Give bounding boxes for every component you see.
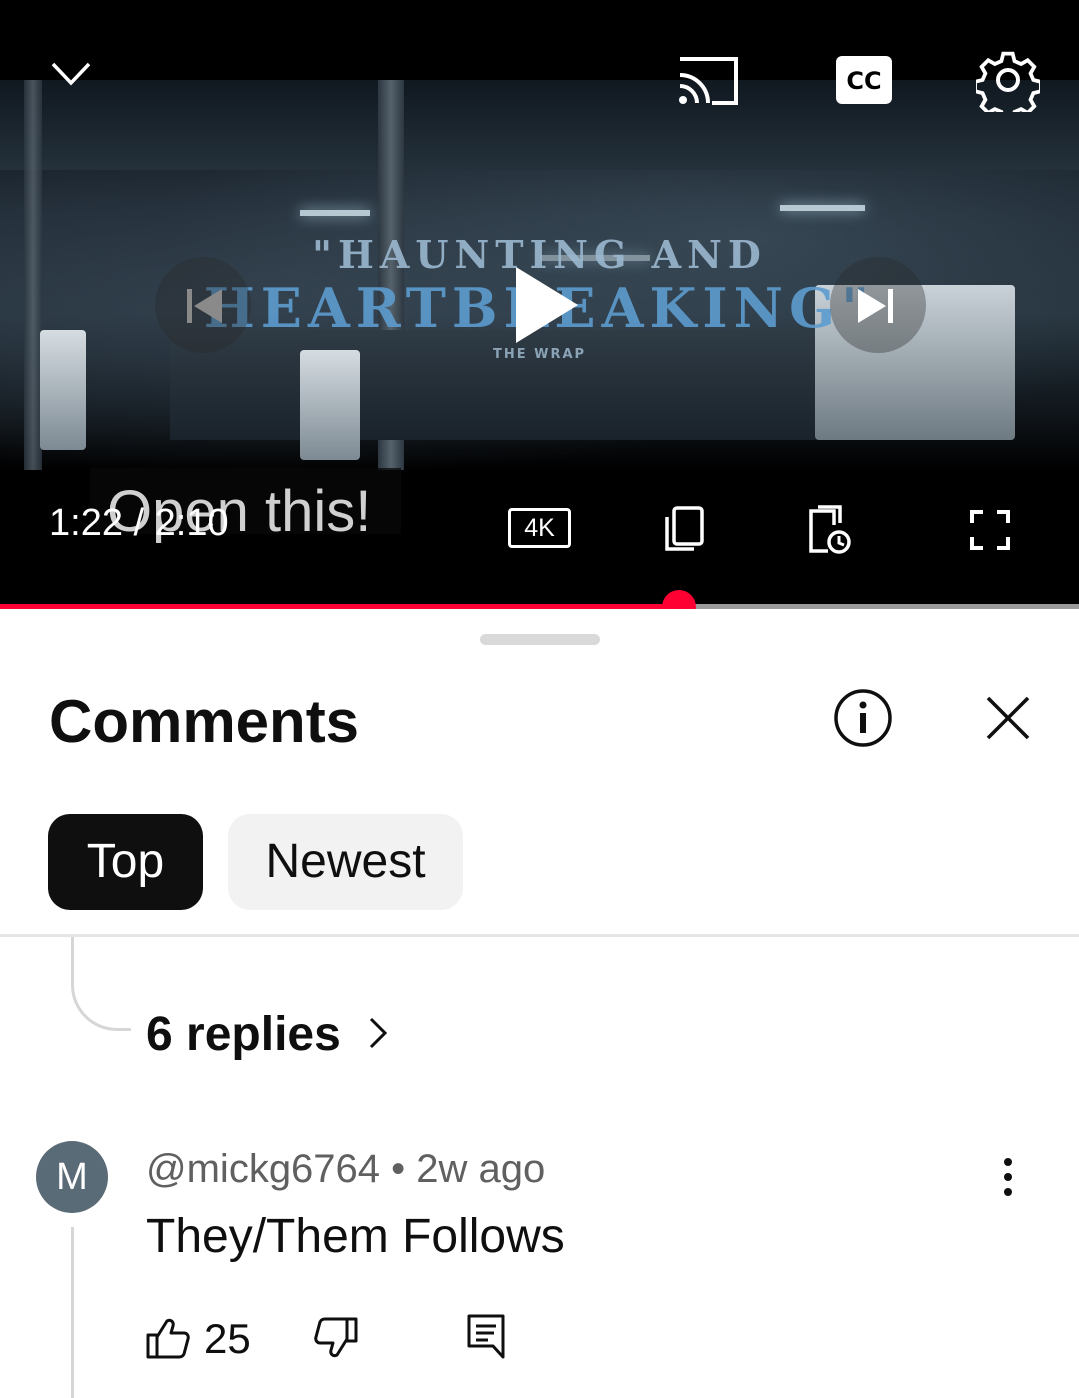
quality-badge[interactable]: 4K [508, 508, 571, 548]
thumbs-up-icon[interactable] [146, 1317, 190, 1359]
fullscreen-icon[interactable] [970, 510, 1010, 550]
video-canopy [0, 80, 1079, 170]
more-vertical-icon[interactable] [1000, 1157, 1016, 1197]
thread-line [71, 1227, 74, 1398]
video-overlay-source: THE WRAP [492, 347, 587, 362]
filter-chip-newest[interactable]: Newest [228, 814, 463, 910]
drag-handle[interactable] [480, 634, 600, 645]
avatar[interactable]: M [36, 1141, 108, 1213]
view-replies-link[interactable]: 6 replies [146, 1007, 388, 1062]
chevron-down-icon[interactable] [50, 60, 92, 88]
thumbs-down-icon[interactable] [314, 1317, 358, 1359]
time-display: 1:22 / 2:10 [49, 502, 229, 544]
replies-label: 6 replies [146, 1008, 341, 1061]
divider [0, 934, 1079, 937]
comment-age: 2w ago [416, 1147, 546, 1191]
settings-gear-icon[interactable] [976, 48, 1040, 112]
svg-text:CC: CC [846, 67, 881, 95]
comment-author[interactable]: @mickg6764 [146, 1147, 380, 1191]
comment-text: They/Them Follows [146, 1210, 565, 1263]
closed-captions-icon[interactable]: CC [836, 56, 892, 104]
comment-meta: @mickg6764 • 2w ago [146, 1147, 545, 1192]
play-icon[interactable] [512, 265, 580, 345]
video-player[interactable]: "HAUNTING AND HEARTBREAKING" THE WRAP CC… [0, 0, 1079, 606]
video-light [780, 205, 865, 211]
previous-icon[interactable] [184, 286, 224, 326]
next-icon[interactable] [856, 286, 896, 326]
like-count: 25 [204, 1315, 251, 1362]
queue-watch-later-icon[interactable] [806, 505, 854, 555]
thread-connector [71, 937, 131, 1031]
chevron-right-icon [370, 1018, 388, 1049]
copy-icon[interactable] [662, 505, 706, 553]
close-icon[interactable] [985, 695, 1031, 741]
video-light [300, 210, 370, 216]
filter-chip-top[interactable]: Top [48, 814, 203, 910]
reply-icon[interactable] [466, 1313, 506, 1359]
info-icon[interactable] [833, 688, 893, 748]
video-pump [300, 350, 360, 460]
comments-sheet: Comments Top Newest 6 replies M @mickg67… [0, 609, 1079, 1398]
comments-title: Comments [49, 688, 360, 755]
meta-separator: • [380, 1147, 417, 1191]
cast-icon[interactable] [676, 55, 740, 107]
